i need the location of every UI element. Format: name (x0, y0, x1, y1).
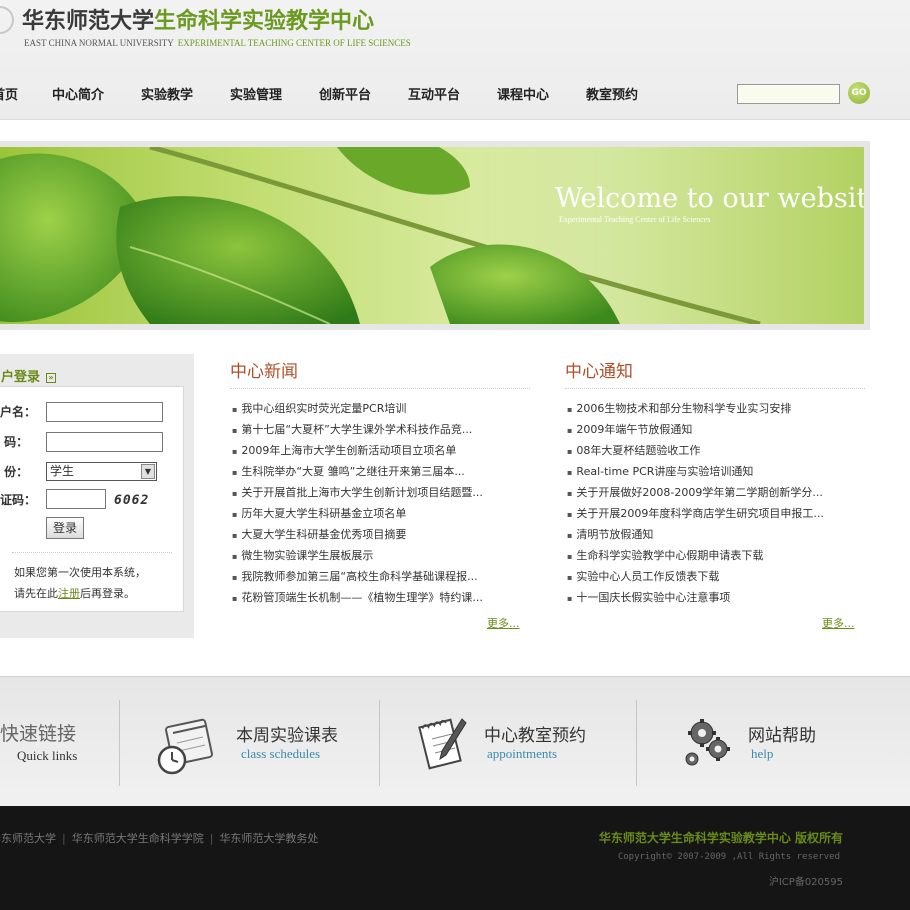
notice-item[interactable]: 2006生物技术和部分生物科学专业实习安排 (567, 398, 865, 419)
quick-links-title: 快速链接 (0, 723, 77, 745)
schedules-link-subtitle[interactable]: class schedules (241, 746, 320, 762)
notice-item[interactable]: 2009年端午节放假通知 (567, 419, 865, 440)
login-button[interactable]: 登录 (46, 517, 84, 539)
news-item[interactable]: 微生物实验课学生展板展示 (232, 545, 522, 566)
password-field[interactable] (46, 432, 163, 452)
login-tip-text-b: 后再登录。 (80, 587, 135, 600)
gears-icon[interactable] (682, 715, 732, 771)
nav-item-home[interactable]: 首页 (0, 84, 18, 103)
news-item[interactable]: 我中心组织实时荧光定量PCR培训 (232, 398, 522, 419)
nav-item-teaching[interactable]: 实验教学 (141, 84, 193, 103)
nav-item-innovation[interactable]: 创新平台 (319, 84, 371, 103)
footer-separator: | (209, 832, 214, 845)
site-title-university: 华东师范大学 (22, 8, 155, 34)
university-logo (0, 6, 14, 34)
register-link[interactable]: 注册 (58, 587, 80, 600)
notepad-pen-icon[interactable] (418, 715, 468, 773)
banner-subtitle: Experimental Teaching Center of Life Sci… (559, 215, 711, 224)
notice-item[interactable]: 清明节放假通知 (567, 524, 865, 545)
site-title-center: 生命科学实验教学中心 (154, 8, 375, 34)
nav-item-interaction[interactable]: 互动平台 (408, 84, 460, 103)
schedules-link-title[interactable]: 本周实验课表 (236, 721, 338, 746)
identity-select[interactable]: 学生 ▼ (46, 462, 157, 481)
notices-more-link[interactable]: 更多... (822, 615, 855, 631)
identity-value: 学生 (50, 464, 75, 478)
captcha-image: 6062 (114, 493, 150, 508)
quick-links-subtitle: Quick links (17, 748, 78, 763)
captcha-field[interactable] (46, 489, 106, 509)
copyright-org: 华东师范大学生命科学实验教学中心 版权所有 (598, 831, 843, 845)
news-divider (230, 388, 530, 389)
site-title: 华东师范大学生命科学实验教学中心 (22, 3, 374, 35)
notices-title: 中心通知 (565, 362, 633, 382)
notice-item[interactable]: 生命科学实验教学中心假期申请表下载 (567, 545, 865, 566)
quick-links-separator (636, 700, 637, 786)
login-panel: 用户登录 » 用户名： 密 码： 身 份： 学生 ▼ 验证码： 6062 登录 如… (0, 354, 194, 638)
notice-item[interactable]: 关于开展2009年度科学商店学生研究项目申报工... (567, 503, 865, 524)
login-form: 用户名： 密 码： 身 份： 学生 ▼ 验证码： 6062 登录 如果您第一次使… (0, 386, 184, 612)
nav-item-about[interactable]: 中心简介 (52, 84, 104, 103)
nav-item-courses[interactable]: 课程中心 (497, 84, 549, 103)
footer-link-life-sciences[interactable]: 华东师范大学生命科学学院 (72, 832, 204, 845)
news-more-link[interactable]: 更多... (487, 615, 520, 631)
site-subtitle-university: EAST CHINA NORMAL UNIVERSITY (24, 38, 174, 48)
login-heading-text: 用户登录 (0, 370, 41, 385)
news-item[interactable]: 关于开展首批上海市大学生创新计划项目结题暨... (232, 482, 522, 503)
footer-link-academic-affairs[interactable]: 华东师范大学教务处 (219, 832, 318, 845)
nav-item-management[interactable]: 实验管理 (230, 84, 282, 103)
notices-divider (565, 388, 865, 389)
captcha-label: 验证码： (0, 493, 37, 507)
username-field[interactable] (46, 402, 163, 422)
help-link-title[interactable]: 网站帮助 (748, 721, 816, 746)
login-tip-line1: 如果您第一次使用本系统， (14, 566, 146, 579)
news-item[interactable]: 我院教师参加第三届“高校生命科学基础课程报... (232, 566, 522, 587)
news-item[interactable]: 生科院举办“大夏 雏鸣”之继往开来第三届本... (232, 461, 522, 482)
chevron-down-icon[interactable]: ▼ (141, 464, 155, 479)
notice-item[interactable]: 实验中心人员工作反馈表下载 (567, 566, 865, 587)
banner-leaves-image: Welcome to our website Experimental Teac… (0, 147, 864, 324)
quick-links-separator (119, 700, 120, 786)
login-tip-text-a: 请先在此 (14, 587, 58, 600)
icp-number: 沪ICP备020595 (768, 877, 843, 888)
notice-item[interactable]: 08年大夏杯结题验收工作 (567, 440, 865, 461)
login-divider (12, 552, 172, 553)
footer-links: 华东师范大学 | 华东师范大学生命科学学院 | 华东师范大学教务处 (0, 830, 318, 846)
password-label: 密 码： (0, 435, 29, 449)
identity-label: 身 份： (0, 465, 29, 479)
calendar-clock-icon[interactable] (155, 715, 215, 775)
site-subtitle-center: EXPERIMENTAL TEACHING CENTER OF LIFE SCI… (177, 38, 411, 48)
site-footer: 华东师范大学 | 华东师范大学生命科学学院 | 华东师范大学教务处 华东师范大学生命科学… (0, 806, 910, 910)
notice-item[interactable]: 关于开展做好2008-2009学年第二学期创新学分... (567, 482, 865, 503)
notice-item[interactable]: Real-time PCR讲座与实验培训通知 (567, 461, 865, 482)
news-list: 我中心组织实时荧光定量PCR培训 第十七届“大夏杯”大学生课外学术科技作品竞..… (232, 398, 522, 608)
news-item[interactable]: 花粉管顶端生长机制——《植物生理学》特约课... (232, 587, 522, 608)
site-subtitle: EAST CHINA NORMAL UNIVERSITY EXPERIMENTAL… (24, 38, 411, 48)
copyright-line: Copyright© 2007-2009 ,All Rights reserve… (617, 852, 840, 862)
news-title: 中心新闻 (230, 362, 298, 382)
arrow-right-icon: » (46, 372, 57, 383)
notices-list: 2006生物技术和部分生物科学专业实习安排 2009年端午节放假通知 08年大夏… (567, 398, 865, 608)
footer-separator: | (62, 832, 66, 845)
notice-item[interactable]: 十一国庆长假实验中心注意事项 (567, 587, 865, 608)
news-item[interactable]: 第十七届“大夏杯”大学生课外学术科技作品竞... (232, 419, 522, 440)
username-label: 用户名： (0, 405, 37, 419)
appointments-link-subtitle[interactable]: appointments (487, 746, 557, 762)
banner-welcome-text: Welcome to our website (555, 183, 864, 214)
help-link-subtitle[interactable]: help (751, 746, 773, 762)
login-heading: 用户登录 » (0, 366, 57, 385)
appointments-link-title[interactable]: 中心教室预约 (484, 721, 586, 746)
news-item[interactable]: 历年大夏大学生科研基金立项名单 (232, 503, 522, 524)
search-go-button[interactable]: GO (848, 82, 870, 104)
search-input[interactable] (737, 84, 840, 104)
quick-links-bar: 快速链接 Quick links 本周实验课表 class schedules … (0, 676, 910, 806)
news-item[interactable]: 大夏大学生科研基金优秀项目摘要 (232, 524, 522, 545)
nav-item-room-booking[interactable]: 教室预约 (586, 84, 638, 103)
news-item[interactable]: 2009年上海市大学生创新活动项目立项名单 (232, 440, 522, 461)
login-tip-line2: 请先在此注册后再登录。 (14, 585, 135, 601)
banner: Welcome to our website Experimental Teac… (0, 141, 870, 330)
quick-links-separator (379, 700, 380, 786)
footer-link-ecnu[interactable]: 华东师范大学 (0, 832, 56, 845)
